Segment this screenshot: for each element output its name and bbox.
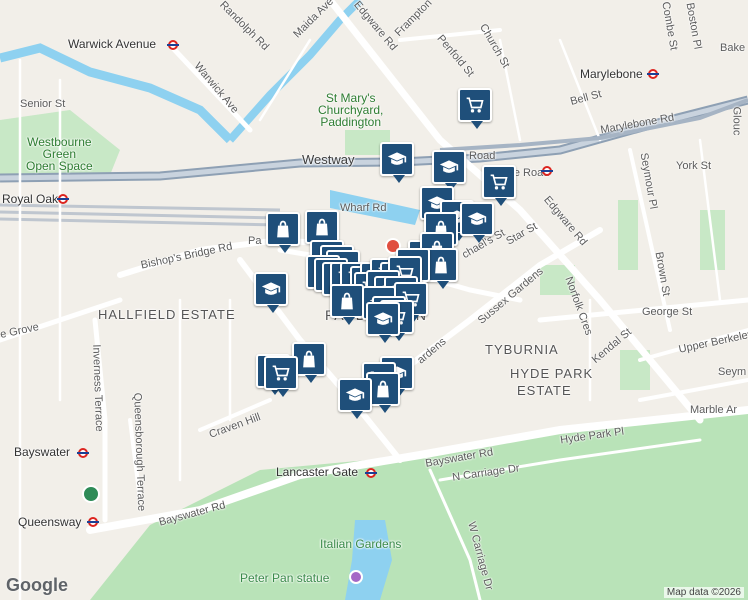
- area-label-hallfield: HALLFIELD ESTATE: [98, 307, 236, 322]
- railway-lines: [0, 203, 281, 227]
- peter-pan-statue-icon[interactable]: [349, 570, 363, 584]
- street-label-bake: Bake: [720, 42, 746, 54]
- street-label-senior: Senior St: [20, 98, 66, 110]
- underground-icon[interactable]: [77, 448, 89, 458]
- area-label-hydepark: HYDE PARK: [510, 366, 594, 381]
- street-label-praed: Pa: [248, 235, 262, 247]
- place-label-westbourne: Westbourne Green Open Space: [26, 135, 93, 173]
- station-label-warwick-avenue: Warwick Avenue: [68, 37, 157, 51]
- street-label-george: George St: [642, 306, 693, 318]
- hyde-park: [90, 410, 748, 600]
- underground-icon[interactable]: [365, 468, 377, 478]
- underground-icon[interactable]: [87, 517, 99, 527]
- map-marker-shopping-bag[interactable]: [330, 284, 364, 325]
- street-label-westway: Westway: [302, 152, 355, 167]
- map-marker-shopping-bag[interactable]: [305, 210, 339, 251]
- station-label-royal-oak: Royal Oak: [2, 192, 59, 206]
- street-label-glouc: Glouc: [730, 106, 743, 136]
- area-label-tyburnia: TYBURNIA: [485, 342, 559, 357]
- underground-icon[interactable]: [57, 194, 69, 204]
- station-label-bayswater: Bayswater: [14, 445, 71, 459]
- place-label-st-marys: St Mary's Churchyard, Paddington: [318, 91, 384, 129]
- street-label-marblear: Marble Ar: [690, 404, 738, 416]
- map-marker-graduation-cap[interactable]: [460, 202, 494, 243]
- map-marker-shopping-cart[interactable]: [482, 165, 516, 206]
- map-marker-graduation-cap[interactable]: [338, 378, 372, 419]
- map-marker-shopping-cart[interactable]: [264, 356, 298, 397]
- park-square-2: [618, 200, 638, 270]
- station-label-lancaster-gate: Lancaster Gate: [276, 465, 359, 479]
- map-marker-graduation-cap[interactable]: [366, 302, 400, 343]
- google-logo: Google: [6, 575, 68, 595]
- street-label-seym: Seym: [718, 366, 747, 378]
- area-label-hydepark-estate: ESTATE: [517, 383, 572, 398]
- street-label-wharf: Wharf Rd: [340, 202, 387, 214]
- map-marker-shopping-cart[interactable]: [458, 88, 492, 129]
- map-attribution: Map data ©2026: [663, 587, 744, 598]
- street-label-yorkst: York St: [676, 160, 712, 172]
- map-marker-shopping-bag[interactable]: [266, 212, 300, 253]
- map-marker-graduation-cap[interactable]: [254, 272, 288, 313]
- map-marker-graduation-cap[interactable]: [380, 142, 414, 183]
- station-label-queensway: Queensway: [18, 515, 82, 529]
- place-label-italian-gardens: Italian Gardens: [320, 537, 402, 551]
- underground-icon[interactable]: [167, 40, 179, 50]
- park-poi-icon[interactable]: [82, 485, 100, 503]
- place-label-peter-pan: Peter Pan statue: [240, 571, 330, 585]
- underground-icon[interactable]: [541, 166, 553, 176]
- station-label-marylebone: Marylebone: [580, 67, 643, 81]
- rail-icon[interactable]: [647, 69, 659, 79]
- map-marker-graduation-cap[interactable]: [432, 150, 466, 191]
- marble-arch-rd: [638, 378, 748, 402]
